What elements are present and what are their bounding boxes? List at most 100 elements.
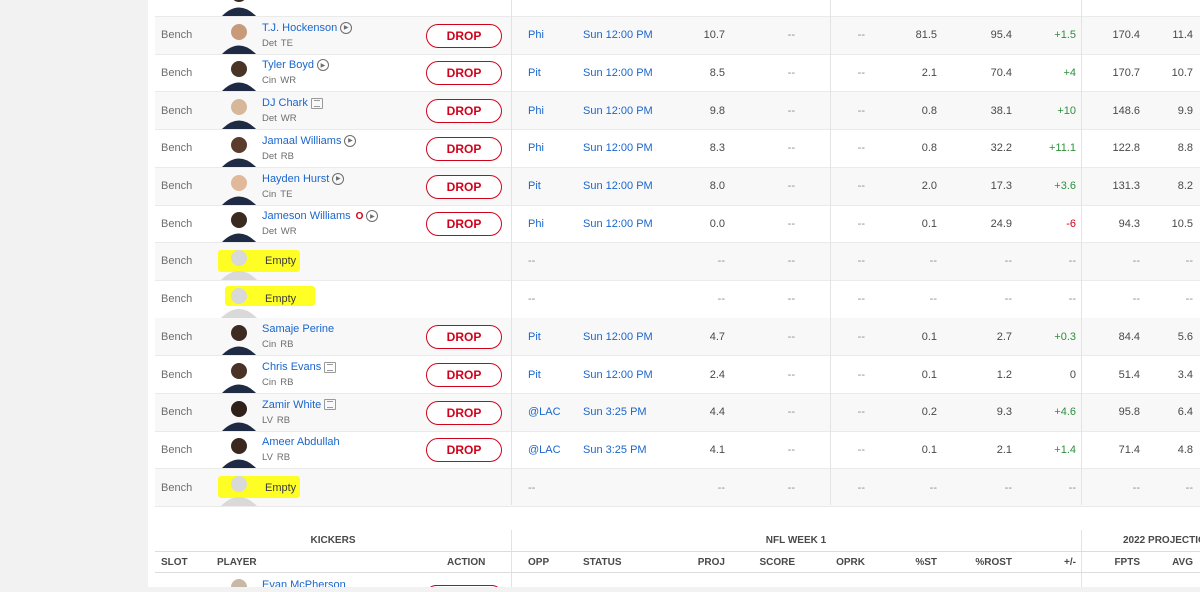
col-avg[interactable]: AVG — [1145, 552, 1193, 572]
opponent-link[interactable]: Phi — [528, 205, 544, 242]
player-row: Bench Hayden Hurst ▶ Cin TE DROP Pit Sun 12:00 … — [155, 167, 1200, 206]
col-player[interactable]: PLAYER — [217, 552, 257, 572]
game-status-link[interactable]: Sun 12:00 PM — [583, 168, 653, 205]
player-position: RB — [280, 339, 294, 351]
plus-minus-value: +3.6 — [1054, 180, 1076, 192]
opponent-rank-value: -- — [857, 66, 865, 79]
drop-button[interactable]: DROP — [426, 400, 502, 425]
drop-button[interactable]: DROP — [426, 99, 502, 124]
col-fpts[interactable]: FPTS — [1085, 552, 1140, 572]
percent-started-value: 0.1 — [921, 217, 937, 230]
col-plus-minus[interactable]: +/- — [1030, 552, 1076, 572]
plus-minus-value: -- — [1068, 481, 1076, 494]
opponent-link[interactable]: Pit — [528, 168, 541, 205]
drop-button[interactable]: DROP — [426, 23, 502, 48]
player-name-link[interactable]: T.J. Hockenson — [262, 22, 337, 34]
empty-slot-label[interactable]: Empty — [265, 469, 296, 506]
col-proj[interactable]: PROJ — [675, 552, 725, 572]
news-icon[interactable] — [324, 361, 337, 373]
drop-button[interactable]: DROP — [426, 363, 502, 387]
col-pct-rost[interactable]: %ROST — [960, 552, 1012, 572]
player-name-link[interactable]: Samaje Perine — [262, 323, 334, 335]
drop-button[interactable]: DROP — [426, 136, 502, 161]
player-name-link[interactable]: Jameson Williams — [262, 210, 351, 222]
play-icon[interactable]: ▶ — [366, 210, 379, 223]
player-name-link[interactable]: Zamir White — [262, 399, 321, 411]
score-value: -- — [787, 104, 795, 117]
empty-slot-row: Bench Empty -- -- -- -- -- -- -- -- -- — [155, 281, 1200, 319]
play-icon[interactable]: ▶ — [340, 21, 353, 34]
news-icon[interactable] — [310, 97, 323, 109]
fantasy-points-value: -- — [1132, 255, 1140, 268]
percent-rostered-value: 1.2 — [996, 368, 1012, 381]
score-value: -- — [787, 217, 795, 230]
drop-button[interactable]: DROP — [426, 174, 502, 199]
opponent-link[interactable]: Pit — [528, 54, 541, 91]
game-status-link[interactable]: Sun 12:00 PM — [583, 17, 653, 54]
drop-button[interactable]: DROP — [426, 212, 502, 237]
col-slot[interactable]: SLOT — [161, 552, 188, 572]
player-row: Bench Ameer Abdullah LV RB DROP @LAC Sun 3:25 … — [155, 431, 1200, 470]
game-status-link[interactable]: Sun 12:00 PM — [583, 356, 653, 393]
percent-started-value: -- — [929, 293, 937, 306]
player-name-link[interactable]: Jamaal Williams — [262, 135, 341, 147]
play-icon[interactable]: ▶ — [316, 59, 329, 72]
player-name-link[interactable]: Chris Evans — [262, 361, 321, 373]
player-name-link[interactable]: Tyler Boyd — [262, 59, 314, 71]
drop-button[interactable]: DROP — [426, 61, 502, 86]
drop-button[interactable]: DROP — [426, 438, 502, 463]
game-status-link[interactable]: Sun 12:00 PM — [583, 205, 653, 242]
game-status-link[interactable]: Sun 12:00 PM — [583, 54, 653, 91]
news-icon[interactable] — [324, 399, 337, 411]
projection-value: 9.8 — [709, 104, 725, 117]
plus-minus-value: +10 — [1057, 104, 1076, 117]
game-status-link[interactable]: Sun 3:25 PM — [583, 394, 647, 431]
game-status-link[interactable]: Sun 12:00 PM — [583, 92, 653, 129]
score-value: -- — [787, 180, 795, 192]
average-value: -- — [1185, 293, 1193, 306]
score-value: -- — [787, 293, 795, 306]
col-pct-start[interactable]: %ST — [885, 552, 937, 572]
player-row: Bench Chris Evans Cin RB DROP Pit Sun 12:00 PM… — [155, 356, 1200, 394]
opponent-rank-value: -- — [857, 29, 865, 42]
fantasy-points-value: 131.3 — [1112, 180, 1140, 192]
player-name-link[interactable]: DJ Chark — [262, 97, 308, 109]
opponent-link[interactable]: Phi — [528, 17, 544, 54]
opponent-link[interactable]: @LAC — [528, 394, 561, 431]
player-name-link[interactable]: Hayden Hurst — [262, 173, 329, 185]
drop-button[interactable] — [426, 585, 502, 587]
kicker-player-name[interactable]: Evan McPherson — [262, 579, 346, 587]
slot-label: Bench — [161, 180, 193, 192]
plus-minus-value: +1.5 — [1054, 29, 1076, 42]
opponent-link[interactable]: Pit — [528, 318, 541, 355]
average-value: -- — [1185, 481, 1193, 494]
opponent-link[interactable]: Pit — [528, 356, 541, 393]
game-status-link[interactable]: Sun 12:00 PM — [583, 318, 653, 355]
play-icon[interactable]: ▶ — [332, 172, 345, 185]
percent-started-value: 2.0 — [921, 180, 937, 192]
opponent-link[interactable]: @LAC — [528, 431, 561, 468]
plus-minus-value: +4.6 — [1054, 406, 1076, 419]
col-score[interactable]: SCORE — [755, 552, 795, 572]
col-oprk[interactable]: OPRK — [825, 552, 865, 572]
player-headshot — [216, 17, 261, 54]
opponent-rank-value: -- — [857, 217, 865, 230]
col-status[interactable]: STATUS — [583, 552, 622, 572]
fantasy-points-value: 71.4 — [1118, 443, 1140, 456]
player-name-link[interactable]: Ameer Abdullah — [262, 436, 340, 448]
empty-slot-label[interactable]: Empty — [265, 243, 296, 280]
opponent-link: -- — [528, 255, 536, 268]
percent-rostered-value: -- — [1004, 293, 1012, 306]
col-action[interactable]: ACTION — [447, 552, 485, 572]
game-status-link[interactable]: Sun 3:25 PM — [583, 431, 647, 468]
opponent-link[interactable]: Phi — [528, 130, 544, 167]
game-status-link[interactable]: Sun 12:00 PM — [583, 130, 653, 167]
roster-table: LVWRDROPBenchT.J. Hockenson▶DetTEDROPPhi… — [148, 0, 1200, 587]
play-icon[interactable]: ▶ — [344, 134, 357, 147]
plus-minus-value: -6 — [1066, 217, 1076, 230]
fantasy-points-value: 122.8 — [1112, 142, 1140, 155]
drop-button[interactable]: DROP — [426, 325, 502, 350]
opponent-link[interactable]: Phi — [528, 92, 544, 129]
empty-slot-label[interactable]: Empty — [265, 281, 296, 318]
col-opp[interactable]: OPP — [528, 552, 549, 572]
